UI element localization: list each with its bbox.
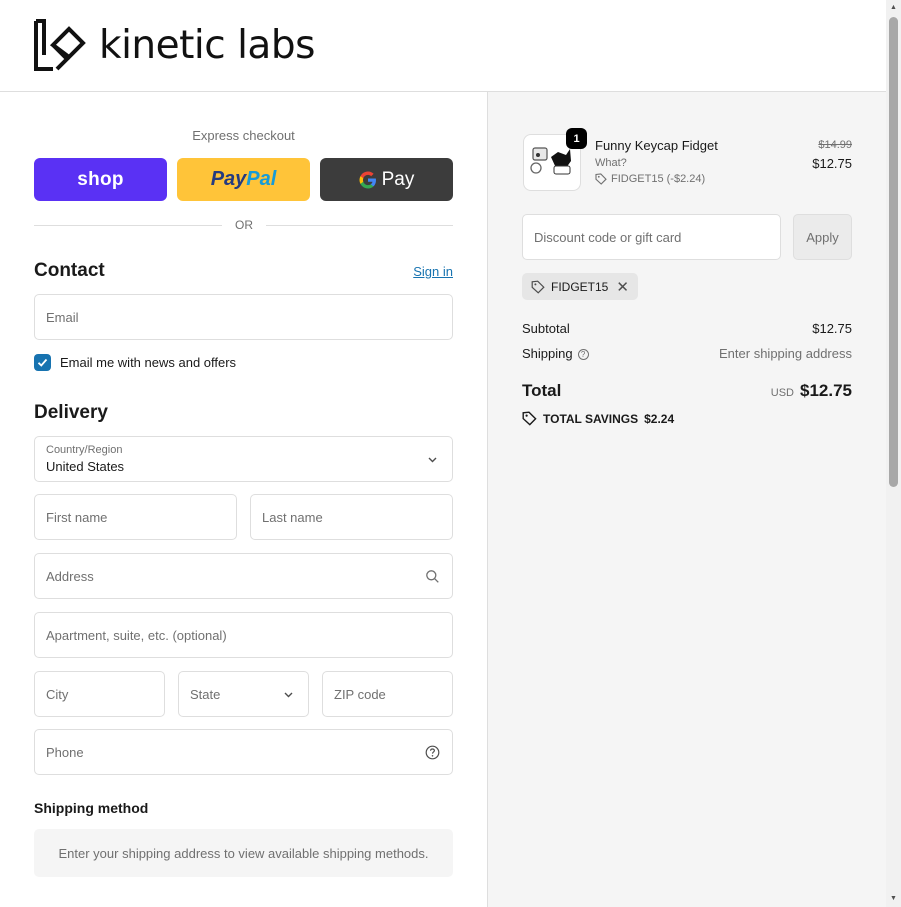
- google-pay-button[interactable]: Pay: [320, 158, 453, 201]
- zip-field[interactable]: ZIP code: [322, 671, 453, 717]
- applied-code-text: FIDGET15: [551, 279, 609, 294]
- product-name: Funny Keycap Fidget: [595, 138, 718, 153]
- scroll-down-arrow-icon[interactable]: ▼: [889, 894, 898, 903]
- shop-pay-label: shop: [77, 168, 124, 190]
- shipping-method-title: Shipping method: [34, 800, 149, 816]
- newsletter-checkbox[interactable]: [34, 354, 51, 371]
- shipping-value: Enter shipping address: [719, 346, 852, 361]
- shipping-method-notice: Enter your shipping address to view avai…: [34, 829, 453, 877]
- original-price: $14.99: [818, 139, 852, 151]
- newsletter-row[interactable]: Email me with news and offers: [34, 354, 236, 371]
- sign-in-link[interactable]: Sign in: [400, 264, 453, 279]
- google-pay-label: Pay: [381, 168, 415, 190]
- state-select[interactable]: State: [178, 671, 309, 717]
- country-label: Country/Region: [46, 444, 123, 456]
- product-variant: What?: [595, 157, 627, 169]
- email-placeholder: Email: [46, 310, 79, 325]
- country-value: United States: [46, 459, 125, 474]
- paypal-button[interactable]: Pay Pal: [177, 158, 310, 201]
- scrollbar-thumb[interactable]: [889, 17, 898, 487]
- brand-logo[interactable]: kinetic labs: [33, 17, 315, 73]
- kinetic-logo-icon: [34, 19, 86, 71]
- brand-name: kinetic labs: [99, 22, 315, 68]
- savings-label: TOTAL SAVINGS: [543, 411, 639, 426]
- state-placeholder: State: [190, 687, 221, 702]
- paypal-label-part1: Pay: [210, 168, 247, 190]
- shipping-notice-text: Enter your shipping address to view avai…: [58, 845, 429, 861]
- savings-tag-icon: [522, 411, 537, 426]
- quantity-badge: 1: [566, 128, 587, 149]
- subtotal-row: Subtotal $12.75: [522, 321, 852, 336]
- apply-discount-button[interactable]: Apply: [793, 214, 852, 260]
- discounted-price: $12.75: [812, 156, 852, 171]
- checkmark-icon: [37, 358, 48, 367]
- shipping-help-icon[interactable]: ?: [577, 349, 589, 361]
- newsletter-label: Email me with news and offers: [60, 355, 237, 370]
- apartment-placeholder: Apartment, suite, etc. (optional): [46, 628, 227, 643]
- chevron-down-icon: [428, 457, 437, 463]
- city-field[interactable]: City: [34, 671, 165, 717]
- total-amount: $12.75: [800, 381, 852, 400]
- subtotal-label: Subtotal: [522, 321, 570, 336]
- shop-pay-button[interactable]: shop: [34, 158, 167, 201]
- tag-icon: [595, 173, 607, 185]
- country-select[interactable]: Country/Region United States: [34, 436, 453, 482]
- or-text: OR: [222, 218, 266, 232]
- total-savings: TOTAL SAVINGS $2.24: [522, 411, 674, 426]
- search-icon: [426, 570, 439, 583]
- apply-label: Apply: [806, 229, 839, 245]
- product-discount: FIDGET15 (-$2.24): [595, 173, 705, 185]
- phone-placeholder: Phone: [46, 745, 84, 760]
- last-name-field[interactable]: Last name: [250, 494, 453, 540]
- express-checkout-title: Express checkout: [192, 128, 295, 143]
- tag-icon: [531, 280, 545, 294]
- discount-code-placeholder: Discount code or gift card: [534, 230, 682, 245]
- total-label: Total: [522, 381, 562, 400]
- address-field[interactable]: Address: [34, 553, 453, 599]
- city-placeholder: City: [46, 687, 69, 702]
- phone-field[interactable]: Phone: [34, 729, 453, 775]
- paypal-label-part2: Pal: [246, 168, 277, 190]
- product-discount-text: FIDGET15 (-$2.24): [611, 173, 706, 185]
- help-icon[interactable]: [425, 745, 440, 760]
- order-summary: 1 Funny Keycap Fidget What? FIDGET15 (-$…: [487, 92, 886, 907]
- shipping-row: Shipping? Enter shipping address: [522, 346, 852, 361]
- remove-code-close-icon[interactable]: ✕: [616, 278, 629, 296]
- zip-placeholder: ZIP code: [334, 687, 386, 702]
- applied-code-chip: FIDGET15 ✕: [522, 273, 638, 300]
- scroll-up-arrow-icon[interactable]: ▲: [889, 3, 898, 12]
- total-row: Total USD $12.75: [522, 381, 852, 401]
- total-currency: USD: [770, 387, 794, 399]
- chevron-down-icon: [284, 692, 293, 698]
- delivery-title: Delivery: [34, 402, 108, 423]
- savings-value: $2.24: [644, 411, 675, 426]
- google-g-icon: [359, 171, 376, 188]
- address-placeholder: Address: [46, 569, 94, 584]
- email-field[interactable]: Email: [34, 294, 453, 340]
- page-scrollbar[interactable]: ▲ ▼: [886, 0, 901, 907]
- subtotal-value: $12.75: [812, 321, 852, 336]
- contact-title: Contact: [34, 260, 105, 281]
- last-name-placeholder: Last name: [262, 510, 323, 525]
- first-name-field[interactable]: First name: [34, 494, 237, 540]
- apartment-field[interactable]: Apartment, suite, etc. (optional): [34, 612, 453, 658]
- shipping-label: Shipping: [522, 346, 573, 361]
- discount-code-input[interactable]: Discount code or gift card: [522, 214, 781, 260]
- header: kinetic labs: [0, 0, 886, 92]
- checkout-form: Express checkout shop Pay Pal Pay OR Cont…: [0, 92, 487, 907]
- first-name-placeholder: First name: [46, 510, 108, 525]
